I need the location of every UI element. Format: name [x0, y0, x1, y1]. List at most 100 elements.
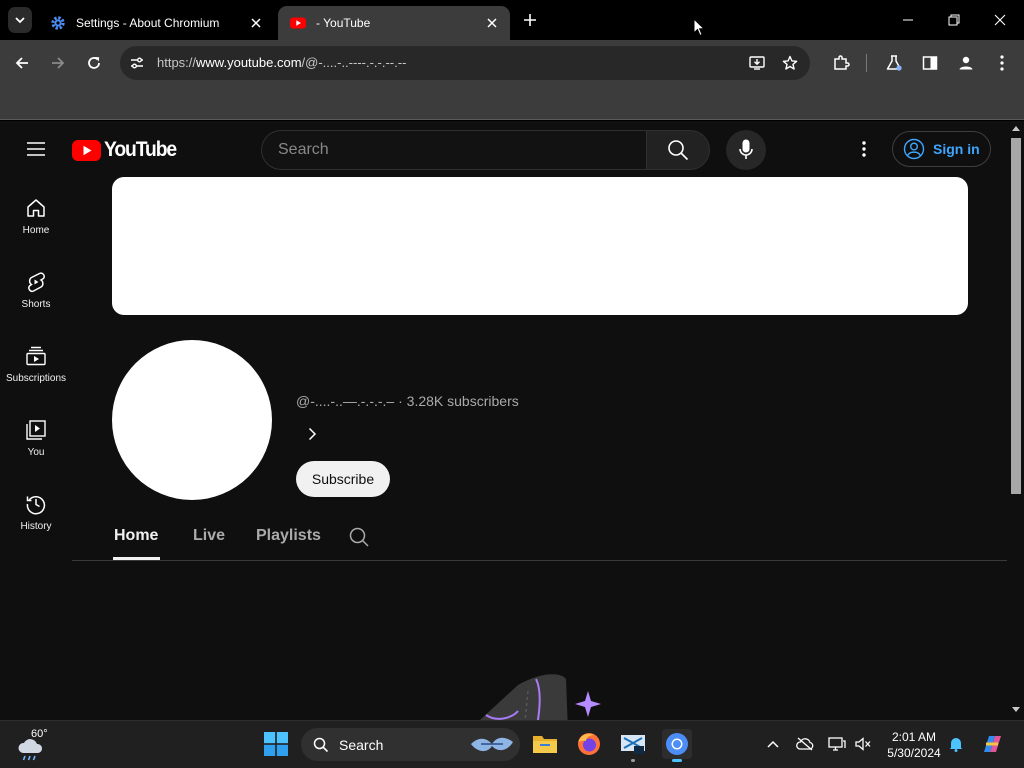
- reload-icon: [88, 57, 100, 69]
- restore-button[interactable]: [942, 8, 966, 32]
- scrollbar-thumb[interactable]: [1011, 138, 1021, 494]
- channel-tab-home[interactable]: Home: [114, 527, 158, 545]
- minimize-button[interactable]: [896, 8, 920, 32]
- nav-item-you[interactable]: You: [0, 419, 72, 485]
- tray-notifications[interactable]: [947, 735, 965, 753]
- search-input[interactable]: [262, 131, 647, 169]
- extensions-button[interactable]: [829, 51, 853, 75]
- tab-title: - YouTube: [316, 16, 371, 30]
- meta-separator: ·: [398, 393, 407, 409]
- taskbar-clock[interactable]: 2:01 AM 5/30/2024: [880, 729, 948, 761]
- side-panel-icon: [922, 56, 938, 70]
- restore-icon: [948, 14, 960, 26]
- channel-tab-live[interactable]: Live: [193, 527, 225, 545]
- new-tab-button[interactable]: [520, 10, 540, 30]
- address-bar[interactable]: https://www.youtube.com/@-....-..----.-.…: [120, 46, 810, 80]
- youtube-play-icon: [72, 139, 101, 161]
- search-box[interactable]: [261, 130, 647, 170]
- channel-banner: [112, 177, 968, 315]
- microphone-icon: [739, 139, 753, 159]
- cloud-offline-icon: [796, 737, 814, 751]
- taskbar-snipping-tool[interactable]: [618, 729, 648, 762]
- nav-item-history[interactable]: History: [0, 493, 72, 559]
- network-icon: [828, 737, 846, 751]
- url-host: www.youtube.com: [196, 55, 302, 70]
- close-icon[interactable]: [248, 15, 264, 31]
- tab-settings[interactable]: Settings - About Chromium: [38, 6, 274, 40]
- close-window-button[interactable]: [988, 8, 1012, 32]
- windows-start-icon[interactable]: [264, 732, 288, 756]
- gear-icon: [51, 16, 65, 30]
- chevron-up-icon: [767, 740, 779, 748]
- tab-title: Settings - About Chromium: [76, 16, 220, 30]
- bookmarks-bar: [0, 86, 1024, 120]
- empty-state-illustration: [479, 674, 601, 720]
- browser-toolbar: https://www.youtube.com/@-....-..----.-.…: [0, 40, 1024, 86]
- tray-onedrive[interactable]: [796, 735, 814, 753]
- search-button[interactable]: [646, 130, 710, 170]
- chevron-down-icon: [15, 17, 25, 24]
- youtube-logo[interactable]: YouTube: [72, 138, 182, 162]
- scroll-down-icon[interactable]: [1012, 707, 1020, 713]
- search-icon: [668, 140, 689, 161]
- nav-item-subscriptions[interactable]: Subscriptions: [0, 345, 72, 411]
- you-icon: [26, 420, 46, 440]
- weather-temp: 60°: [31, 728, 48, 740]
- history-icon: [26, 495, 46, 515]
- scroll-up-icon[interactable]: [1012, 125, 1020, 131]
- nav-item-shorts[interactable]: Shorts: [0, 271, 72, 337]
- search-highlight-icon: [471, 737, 513, 752]
- url-path: /@-....-..----.-.-.--.--: [301, 55, 407, 70]
- profile-button[interactable]: [954, 51, 978, 75]
- channel-about-button[interactable]: [302, 424, 322, 444]
- arrow-left-icon: [15, 57, 28, 69]
- tray-volume[interactable]: [854, 735, 872, 753]
- chevron-right-icon: [308, 427, 317, 441]
- nav-label: Subscriptions: [5, 373, 67, 384]
- clock-time: 2:01 AM: [891, 730, 937, 744]
- bell-icon: [949, 738, 963, 752]
- tab-search-button[interactable]: [8, 7, 32, 33]
- sign-in-button[interactable]: Sign in: [892, 131, 991, 167]
- side-panel-button[interactable]: [918, 51, 942, 75]
- back-button[interactable]: [10, 51, 34, 75]
- youtube-page: YouTube Sign in Home Shorts Subscription…: [0, 121, 1008, 720]
- star-icon[interactable]: [782, 55, 798, 71]
- tabs-divider: [72, 560, 1007, 561]
- page-scrollbar[interactable]: [1008, 121, 1024, 720]
- nav-label: History: [20, 521, 52, 532]
- taskbar-search-label: Search: [339, 736, 384, 753]
- taskbar-firefox[interactable]: [574, 729, 604, 759]
- channel-meta: @-....-..—.-.-.-.– · 3.28K subscribers: [296, 393, 519, 409]
- tray-network[interactable]: [828, 735, 846, 753]
- weather-widget[interactable]: 60°: [14, 727, 54, 763]
- windows-taskbar: 60° Search 2:01 AM 5/30/2024: [0, 720, 1024, 768]
- install-app-icon[interactable]: [749, 55, 766, 71]
- tray-overflow-button[interactable]: [764, 735, 782, 753]
- close-icon[interactable]: [484, 15, 500, 31]
- taskbar-chromium[interactable]: [662, 729, 692, 762]
- url-text: https://www.youtube.com/@-....-..----.-.…: [157, 55, 406, 70]
- settings-menu-button[interactable]: [852, 137, 876, 161]
- labs-button[interactable]: [882, 51, 906, 75]
- taskbar-search[interactable]: Search: [301, 728, 520, 761]
- sign-in-label: Sign in: [933, 141, 980, 157]
- channel-tab-playlists[interactable]: Playlists: [256, 527, 321, 545]
- taskbar-file-explorer[interactable]: [530, 729, 560, 759]
- browser-menu-button[interactable]: [990, 51, 1014, 75]
- guide-menu-button[interactable]: [24, 137, 48, 161]
- flask-icon: [886, 55, 902, 71]
- subscribe-button[interactable]: Subscribe: [296, 461, 390, 497]
- forward-button[interactable]: [46, 51, 70, 75]
- voice-search-button[interactable]: [726, 130, 766, 170]
- channel-search-button[interactable]: [348, 526, 370, 548]
- site-info-icon[interactable]: [129, 55, 145, 71]
- shorts-icon: [28, 272, 45, 293]
- reload-button[interactable]: [82, 51, 106, 75]
- tab-youtube[interactable]: - YouTube: [278, 6, 510, 40]
- tray-copilot[interactable]: [980, 732, 1004, 756]
- url-prefix: https://: [157, 55, 197, 70]
- nav-item-home[interactable]: Home: [0, 197, 72, 263]
- running-indicator: [631, 759, 635, 762]
- plus-icon: [524, 14, 536, 26]
